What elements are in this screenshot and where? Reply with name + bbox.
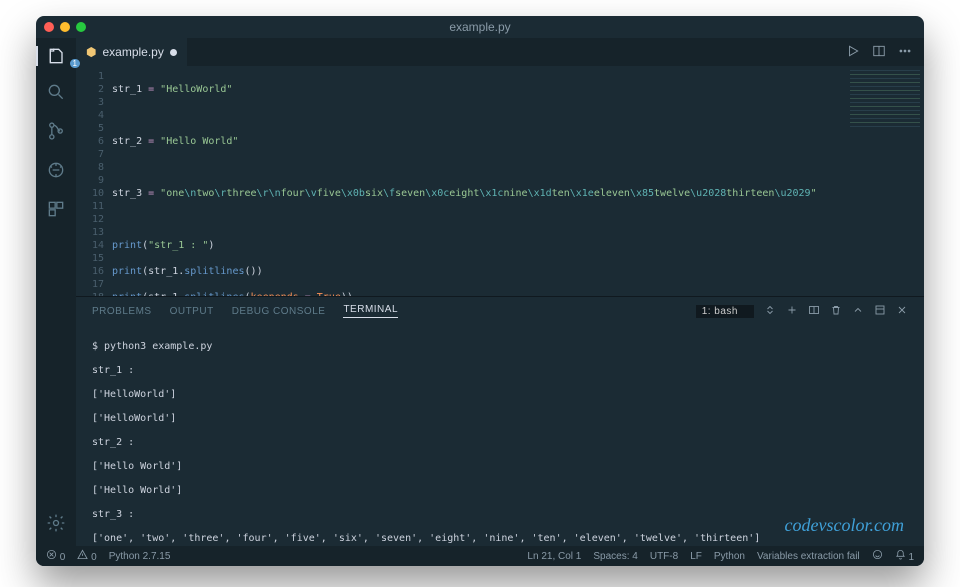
kill-terminal-icon[interactable] [830, 304, 842, 319]
tab-output[interactable]: OUTPUT [170, 306, 214, 317]
debug-icon[interactable] [46, 160, 66, 183]
bottom-panel: PROBLEMS OUTPUT DEBUG CONSOLE TERMINAL 1… [76, 296, 924, 546]
status-feedback-icon[interactable] [872, 549, 883, 563]
updown-icon[interactable] [764, 304, 776, 319]
status-warnings[interactable]: 0 [77, 549, 96, 563]
search-icon[interactable] [46, 82, 66, 105]
split-editor-icon[interactable] [872, 44, 886, 61]
chevron-up-icon[interactable] [852, 304, 864, 319]
tab-bar: ⬢ example.py [76, 38, 924, 66]
tab-terminal[interactable]: TERMINAL [343, 304, 398, 318]
status-extra[interactable]: Variables extraction fail [757, 551, 860, 562]
watermark-text: codevscolor.com [785, 515, 904, 536]
explorer-icon[interactable] [36, 46, 76, 66]
maximize-panel-icon[interactable] [874, 304, 886, 319]
status-bar: 0 0 Python 2.7.15 Ln 21, Col 1 Spaces: 4… [36, 546, 924, 566]
traffic-lights [44, 22, 86, 32]
split-terminal-icon[interactable] [808, 304, 820, 319]
panel-controls: 1: bash [696, 304, 908, 319]
window-body: ⬢ example.py 1 2 3 4 5 6 7 8 9 10 11 12 … [36, 38, 924, 546]
code-editor[interactable]: 1 2 3 4 5 6 7 8 9 10 11 12 13 14 15 16 1… [76, 66, 924, 296]
minimize-dot[interactable] [60, 22, 70, 32]
tab-label: example.py [102, 45, 163, 59]
line-gutter: 1 2 3 4 5 6 7 8 9 10 11 12 13 14 15 16 1… [76, 66, 112, 296]
python-file-icon: ⬢ [86, 45, 96, 59]
settings-gear-icon[interactable] [46, 513, 66, 536]
status-eol[interactable]: LF [690, 551, 702, 562]
zoom-dot[interactable] [76, 22, 86, 32]
minimap[interactable] [850, 70, 920, 130]
close-panel-icon[interactable] [896, 304, 908, 319]
run-icon[interactable] [846, 44, 860, 61]
status-ln-col[interactable]: Ln 21, Col 1 [527, 551, 581, 562]
terminal-output[interactable]: $ python3 example.py str_1 : ['HelloWorl… [76, 325, 924, 546]
editor-actions [846, 44, 924, 61]
extensions-icon[interactable] [46, 199, 66, 222]
status-python-version[interactable]: Python 2.7.15 [109, 551, 171, 562]
more-icon[interactable] [898, 44, 912, 61]
panel-tab-bar: PROBLEMS OUTPUT DEBUG CONSOLE TERMINAL 1… [76, 297, 924, 325]
status-notifications[interactable]: 1 [895, 549, 914, 563]
dirty-indicator-icon [170, 49, 177, 56]
source-control-icon[interactable] [46, 121, 66, 144]
close-dot[interactable] [44, 22, 54, 32]
window-title: example.py [449, 20, 510, 34]
terminal-shell-select[interactable]: 1: bash [696, 305, 754, 318]
vscode-window: example.py [36, 16, 924, 566]
code-content[interactable]: str_1 = "HelloWorld" str_2 = "Hello Worl… [112, 66, 817, 296]
status-language[interactable]: Python [714, 551, 745, 562]
status-spaces[interactable]: Spaces: 4 [593, 551, 637, 562]
activity-bar [36, 38, 76, 546]
titlebar: example.py [36, 16, 924, 38]
tab-example-py[interactable]: ⬢ example.py [76, 38, 187, 66]
status-errors[interactable]: 0 [46, 549, 65, 563]
editor-group: ⬢ example.py 1 2 3 4 5 6 7 8 9 10 11 12 … [76, 38, 924, 546]
tab-problems[interactable]: PROBLEMS [92, 306, 152, 317]
new-terminal-icon[interactable] [786, 304, 798, 319]
tab-debug-console[interactable]: DEBUG CONSOLE [232, 306, 326, 317]
status-encoding[interactable]: UTF-8 [650, 551, 678, 562]
